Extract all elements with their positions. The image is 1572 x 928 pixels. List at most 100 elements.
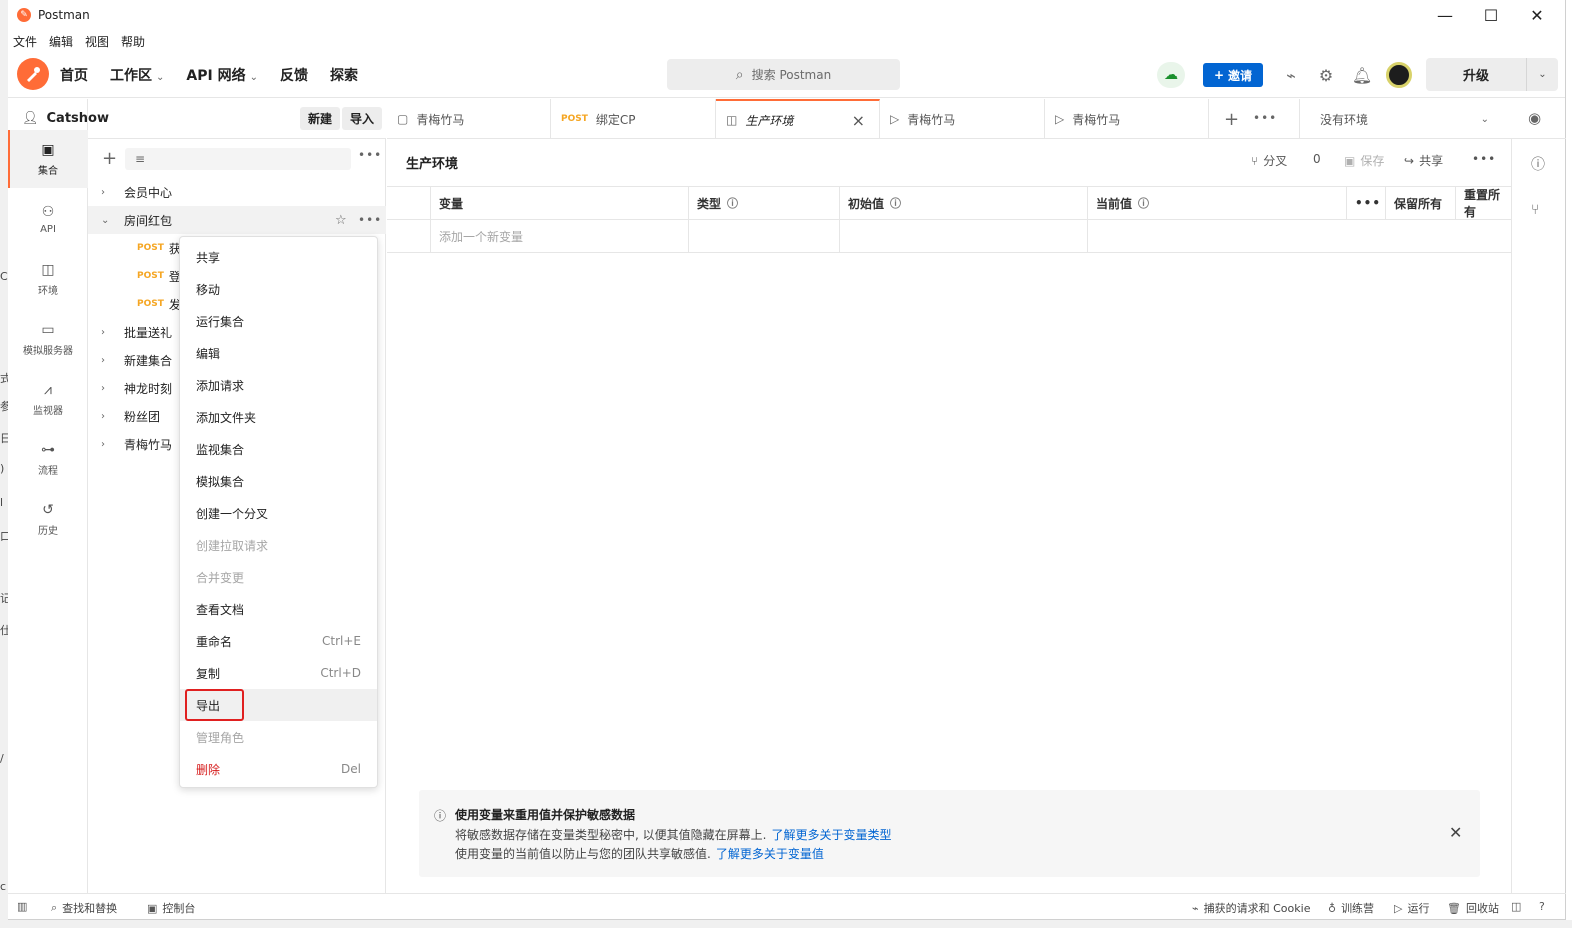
info-icon[interactable]: ⓘ (890, 195, 901, 211)
add-variable-input[interactable]: 添加一个新变量 (430, 220, 688, 252)
runner-button[interactable]: ▷ 运行 (1394, 900, 1429, 916)
capture-button[interactable]: ⌁ 捕获的请求和 Cookie (1192, 900, 1310, 916)
minimize-icon[interactable]: — (1422, 0, 1468, 30)
close-tab-icon[interactable]: × (852, 111, 865, 130)
fork-button[interactable]: ⑂ 分叉 (1251, 152, 1287, 169)
close-window-icon[interactable]: ✕ (1514, 0, 1560, 30)
sync-status-icon[interactable]: ☁ (1157, 62, 1185, 88)
current-value-cell[interactable] (1087, 220, 1511, 252)
new-button[interactable]: 新建 (300, 107, 341, 130)
environment-selector[interactable]: 没有环境 ⌄ (1299, 99, 1509, 139)
persist-all-button[interactable]: 保留所有 (1385, 187, 1455, 219)
filter-input[interactable]: ≡ (125, 148, 351, 170)
history-icon: ↺ (42, 501, 54, 518)
maximize-icon[interactable]: ☐ (1468, 0, 1514, 30)
menu-item-share[interactable]: 共享 (180, 241, 377, 273)
menu-item-mock-collection[interactable]: 模拟集合 (180, 465, 377, 497)
rail-environments[interactable]: ◫ 环境 (8, 250, 88, 308)
info-icon[interactable]: ⓘ (727, 195, 738, 211)
add-collection-icon[interactable]: + (102, 148, 117, 169)
notification-bell-icon[interactable]: 🔔︎ (1351, 64, 1373, 86)
trash-button[interactable]: 🗑︎ 回收站 (1447, 900, 1499, 916)
star-icon[interactable]: ☆ (335, 213, 347, 228)
banner-line-2: 使用变量的当前值以防止与您的团队共享敏感值. (455, 847, 711, 861)
menu-item-merge-changes[interactable]: 合并变更 (180, 561, 377, 593)
two-pane-icon[interactable]: ◫ (1511, 900, 1526, 913)
save-button[interactable]: ▣ 保存 (1344, 152, 1384, 169)
close-banner-icon[interactable]: ✕ (1449, 823, 1462, 842)
chevron-down-icon: ⌄ (101, 214, 110, 226)
help-icon[interactable]: ? (1539, 900, 1550, 913)
collection-row[interactable]: › 会员中心 (88, 178, 386, 206)
menu-item-duplicate[interactable]: 复制 Ctrl+D (180, 657, 377, 689)
more-options-icon[interactable]: ••• (1346, 187, 1385, 219)
nav-explore[interactable]: 探索 (330, 65, 358, 85)
rail-api[interactable]: ⚇ API (8, 190, 88, 248)
console-button[interactable]: ▣ 控制台 (147, 900, 195, 916)
menu-item-add-folder[interactable]: 添加文件夹 (180, 401, 377, 433)
nav-home[interactable]: 首页 (60, 65, 88, 85)
info-icon[interactable]: ⓘ (1531, 154, 1545, 174)
menu-item-monitor-collection[interactable]: 监视集合 (180, 433, 377, 465)
rail-history[interactable]: ↺ 历史 (8, 490, 88, 548)
find-replace-button[interactable]: ⌕ 查找和替换 (51, 900, 117, 916)
environment-title[interactable]: 生产环境 (406, 153, 458, 172)
share-button[interactable]: ↪ 共享 (1404, 152, 1443, 169)
new-tab-icon[interactable]: + (1224, 109, 1239, 130)
rail-mock-servers[interactable]: ▭ 模拟服务器 (8, 310, 88, 368)
fork-count: 0 (1313, 152, 1321, 166)
menu-item-move[interactable]: 移动 (180, 273, 377, 305)
import-button[interactable]: 导入 (342, 107, 383, 130)
initial-value-cell[interactable] (839, 220, 1087, 252)
invite-button[interactable]: + 邀请 (1203, 63, 1263, 87)
avatar[interactable] (1386, 62, 1412, 88)
tab-more-icon[interactable]: ••• (1253, 111, 1277, 125)
toggle-sidebar-icon[interactable]: ▥ (17, 900, 32, 913)
runner-icon: ▷ (1394, 901, 1403, 915)
menu-item-delete[interactable]: 删除 Del (180, 753, 377, 785)
tab-runner[interactable]: ▷ 青梅竹马 (880, 99, 1045, 139)
eye-icon[interactable]: ◉ (1528, 109, 1541, 127)
settings-gear-icon[interactable]: ⚙ (1315, 64, 1337, 86)
nav-api-network[interactable]: API 网络 ⌄ (186, 65, 258, 85)
bootcamp-button[interactable]: ♁ 训练营 (1328, 900, 1374, 916)
tab-collection[interactable]: ▢ 青梅竹马 (387, 99, 551, 139)
type-cell[interactable] (688, 220, 839, 252)
tab-environment[interactable]: ◫ 生产环境 × (716, 99, 880, 139)
menu-item-manage-roles[interactable]: 管理角色 (180, 721, 377, 753)
menu-item-run-collection[interactable]: 运行集合 (180, 305, 377, 337)
tab-runner[interactable]: ▷ 青梅竹马 (1045, 99, 1209, 139)
rail-monitors[interactable]: ⩘ 监视器 (8, 370, 88, 428)
menu-help[interactable]: 帮助 (121, 33, 145, 50)
reset-all-button[interactable]: 重置所有 (1455, 187, 1511, 219)
nav-feedback[interactable]: 反馈 (280, 65, 308, 85)
status-bar: ▥ ⌕ 查找和替换 ▣ 控制台 ⌁ 捕获的请求和 Cookie ♁ 训练营 ▷ 运行 🗑︎… (8, 893, 1566, 920)
menu-item-create-pull-request[interactable]: 创建拉取请求 (180, 529, 377, 561)
menu-item-rename[interactable]: 重命名 Ctrl+E (180, 625, 377, 657)
rail-collections[interactable]: ▣ 集合 (8, 130, 88, 188)
main-nav: 首页 工作区 ⌄ API 网络 ⌄ 反馈 探索 (60, 52, 380, 97)
menu-file[interactable]: 文件 (13, 33, 37, 50)
menu-view[interactable]: 视图 (85, 33, 109, 50)
chevron-down-icon[interactable]: ⌄ (1527, 69, 1558, 80)
menu-item-add-request[interactable]: 添加请求 (180, 369, 377, 401)
more-options-icon[interactable]: ••• (358, 148, 382, 162)
menu-item-edit[interactable]: 编辑 (180, 337, 377, 369)
satellite-icon[interactable]: ⌁ (1280, 64, 1302, 86)
tab-request[interactable]: POST 绑定CP (551, 99, 716, 139)
search-box[interactable]: ⌕ 搜索 Postman (667, 59, 900, 90)
menu-item-view-documentation[interactable]: 查看文档 (180, 593, 377, 625)
nav-workspaces[interactable]: 工作区 ⌄ (110, 65, 164, 85)
collection-row[interactable]: ⌄ 房间红包 ☆ ••• (88, 206, 386, 234)
fork-icon[interactable]: ⑂ (1531, 202, 1539, 218)
menu-edit[interactable]: 编辑 (49, 33, 73, 50)
rail-flows[interactable]: ⊶ 流程 (8, 430, 88, 488)
learn-variable-values-link[interactable]: 了解更多关于变量值 (716, 847, 824, 861)
learn-variable-types-link[interactable]: 了解更多关于变量类型 (771, 828, 891, 842)
info-icon[interactable]: ⓘ (1138, 195, 1149, 211)
more-options-icon[interactable]: ••• (1472, 152, 1496, 166)
more-options-icon[interactable]: ••• (358, 213, 382, 227)
postman-logo-icon[interactable] (17, 58, 49, 90)
upgrade-button[interactable]: 升级 ⌄ (1426, 58, 1558, 91)
menu-item-create-fork[interactable]: 创建一个分叉 (180, 497, 377, 529)
